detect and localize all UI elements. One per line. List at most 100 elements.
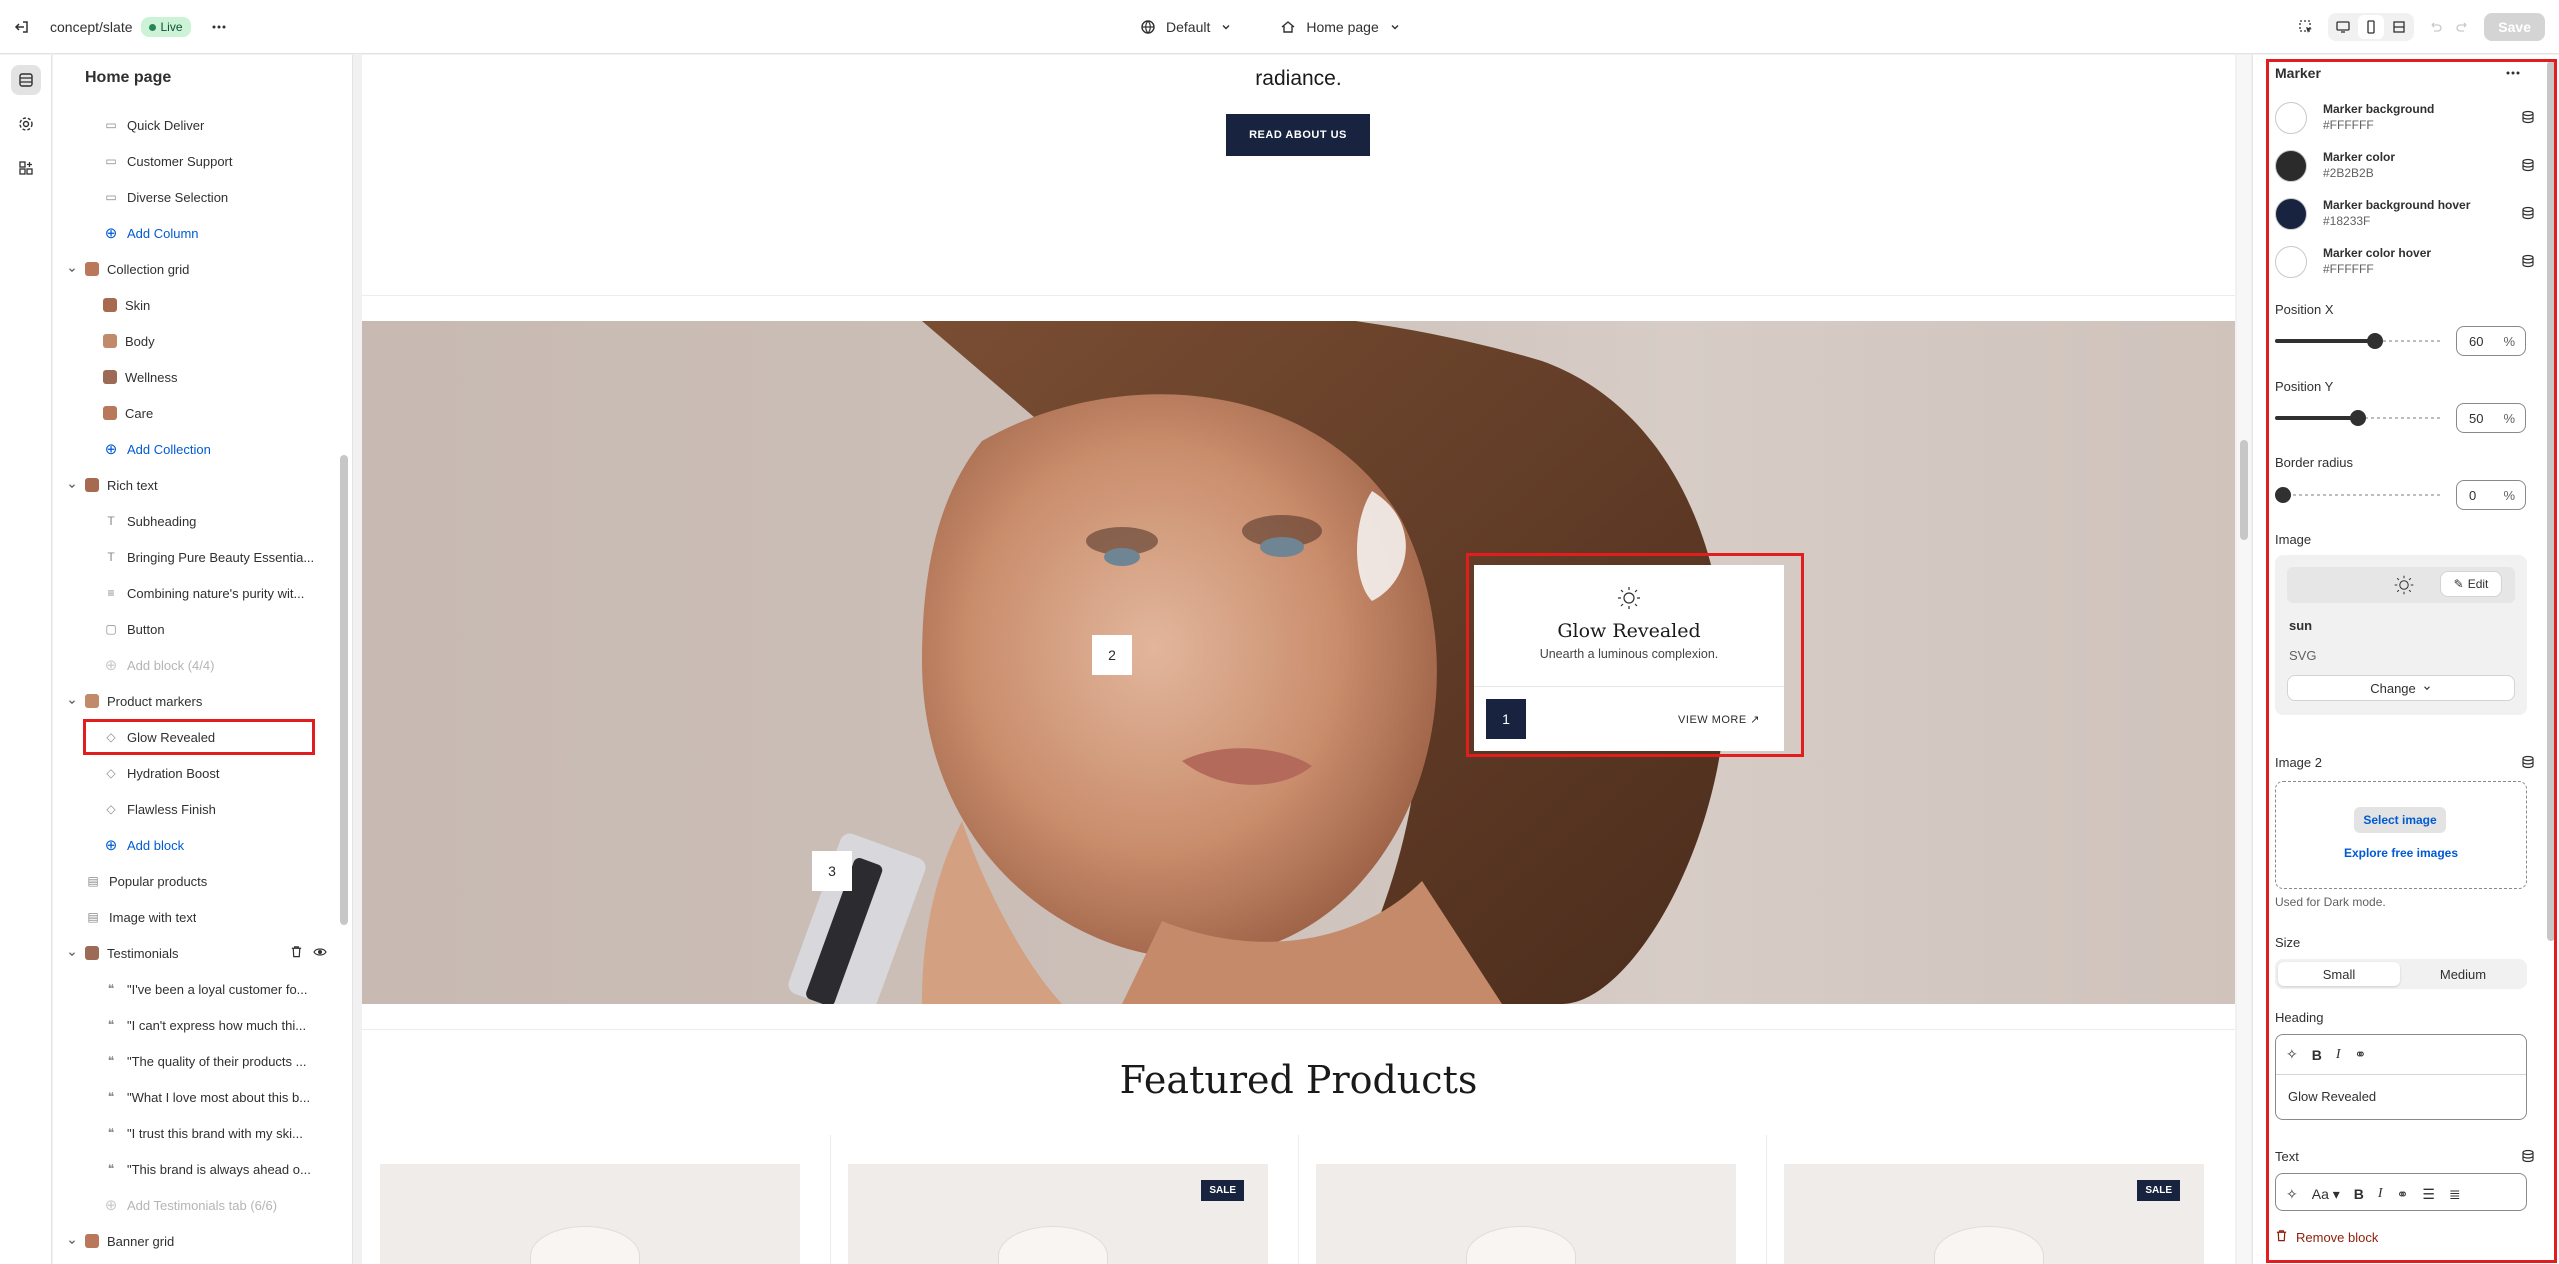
bold-icon[interactable]: B — [2312, 1047, 2322, 1063]
view-more-link[interactable]: VIEW MORE ↗ — [1678, 713, 1760, 726]
sidebar-item-add-block[interactable]: ⊕ Add block — [53, 827, 337, 863]
bullet-list-icon[interactable]: ☰ — [2422, 1186, 2435, 1203]
sidebar-scrollbar[interactable] — [337, 95, 349, 1264]
sidebar-item-the-quality-of-their-products[interactable]: ❝ "The quality of their products ... — [53, 1043, 337, 1079]
sidebar-item-subheading[interactable]: T Subheading — [53, 503, 337, 539]
sidebar-item-rich-text[interactable]: Rich text — [53, 467, 337, 503]
sidebar-item-add-column[interactable]: ⊕ Add Column — [53, 215, 337, 251]
sidebar-item-combining-nature-s-purity-wit[interactable]: ≡ Combining nature's purity wit... — [53, 575, 337, 611]
italic-icon[interactable]: I — [2336, 1047, 2341, 1063]
sidebar-item-banner-grid[interactable]: Banner grid — [53, 1223, 337, 1259]
sidebar-item-i-trust-this-brand-with-my-ski[interactable]: ❝ "I trust this brand with my ski... — [53, 1115, 337, 1151]
sidebar-item-this-brand-is-always-ahead-o[interactable]: ❝ "This brand is always ahead o... — [53, 1151, 337, 1187]
sidebar-item-skin[interactable]: Skin — [53, 287, 337, 323]
page-select[interactable]: Home page — [1280, 19, 1400, 35]
dynamic-source-icon[interactable] — [2521, 158, 2535, 177]
sidebar-item-glow-revealed[interactable]: ◇ Glow Revealed — [83, 719, 315, 755]
dynamic-source-icon[interactable] — [2521, 755, 2535, 769]
more-actions-icon[interactable] — [211, 19, 227, 35]
chevron-down-icon[interactable] — [67, 947, 77, 962]
theme-select[interactable]: Default — [1140, 19, 1232, 35]
chevron-down-icon[interactable] — [67, 695, 77, 710]
sidebar-item-add-collection[interactable]: ⊕ Add Collection — [53, 431, 337, 467]
sidebar-item-popular-products[interactable]: ▤ Popular products — [53, 863, 337, 899]
dynamic-source-icon[interactable] — [2521, 1149, 2535, 1163]
magic-icon[interactable]: ✧ — [2286, 1186, 2298, 1203]
size-small-option[interactable]: Small — [2278, 962, 2400, 986]
border-radius-slider[interactable] — [2275, 487, 2441, 503]
sidebar-item-body[interactable]: Body — [53, 323, 337, 359]
dynamic-source-icon[interactable] — [2521, 110, 2535, 129]
sidebar-item-product-markers[interactable]: Product markers — [53, 683, 337, 719]
position-x-slider[interactable] — [2275, 333, 2441, 349]
change-image-button[interactable]: Change — [2287, 675, 2515, 701]
sidebar-item-i-ve-been-a-loyal-customer-fo[interactable]: ❝ "I've been a loyal customer fo... — [53, 971, 337, 1007]
product-card[interactable] — [1316, 1164, 1736, 1264]
position-y-input[interactable]: 50% — [2456, 403, 2526, 433]
preview-scrollbar[interactable] — [2237, 55, 2251, 1264]
sidebar-item-collection-grid[interactable]: Collection grid — [53, 251, 337, 287]
marker-background-hover-swatch[interactable] — [2275, 198, 2307, 230]
desktop-view-icon[interactable] — [2330, 15, 2356, 39]
numbered-list-icon[interactable]: ≣ — [2449, 1186, 2461, 1203]
remove-block-button[interactable]: Remove block — [2275, 1229, 2378, 1245]
chevron-down-icon[interactable] — [67, 263, 77, 278]
sidebar-item-what-i-love-most-about-this-b[interactable]: ❝ "What I love most about this b... — [53, 1079, 337, 1115]
panel-scroll-thumb[interactable] — [2547, 61, 2555, 941]
bold-icon[interactable]: B — [2354, 1186, 2364, 1202]
apps-icon[interactable] — [11, 153, 41, 183]
link-icon[interactable]: ⚭ — [2397, 1186, 2409, 1203]
magic-icon[interactable]: ✧ — [2286, 1046, 2298, 1063]
more-options-icon[interactable] — [2505, 65, 2521, 81]
dynamic-source-icon[interactable] — [2521, 254, 2535, 273]
preview-scroll-thumb[interactable] — [2240, 440, 2248, 540]
edit-image-button[interactable]: ✎ Edit — [2440, 571, 2502, 597]
theme-settings-icon[interactable] — [11, 109, 41, 139]
product-card[interactable]: SALE — [848, 1164, 1268, 1264]
redo-icon[interactable] — [2456, 20, 2470, 34]
select-image-button[interactable]: Select image — [2354, 807, 2446, 833]
sidebar-item-customer-support[interactable]: ▭ Customer Support — [53, 143, 337, 179]
read-about-us-button[interactable]: READ ABOUT US — [1226, 114, 1370, 156]
heading-input[interactable]: Glow Revealed — [2276, 1075, 2526, 1119]
sidebar-item-bringing-pure-beauty-essentia[interactable]: T Bringing Pure Beauty Essentia... — [53, 539, 337, 575]
slider-knob[interactable] — [2366, 333, 2383, 349]
trash-icon[interactable] — [290, 945, 303, 962]
marker-3[interactable]: 3 — [812, 851, 852, 891]
explore-free-images-link[interactable]: Explore free images — [2276, 846, 2526, 860]
sidebar-item-button[interactable]: ▢ Button — [53, 611, 337, 647]
sidebar-item-hydration-boost[interactable]: ◇ Hydration Boost — [53, 755, 337, 791]
marker-color-hover-swatch[interactable] — [2275, 246, 2307, 278]
sidebar-item-flawless-finish[interactable]: ◇ Flawless Finish — [53, 791, 337, 827]
sidebar-item-quick-deliver[interactable]: ▭ Quick Deliver — [53, 107, 337, 143]
chevron-down-icon[interactable] — [67, 479, 77, 494]
exit-icon[interactable] — [14, 19, 30, 35]
eye-icon[interactable] — [313, 945, 327, 962]
border-radius-input[interactable]: 0% — [2456, 480, 2526, 510]
marker-1[interactable]: 1 — [1486, 699, 1526, 739]
font-size-icon[interactable]: Aa ▾ — [2312, 1186, 2340, 1203]
undo-icon[interactable] — [2428, 20, 2442, 34]
sidebar-item-i-can-t-express-how-much-thi[interactable]: ❝ "I can't express how much thi... — [53, 1007, 337, 1043]
marker-color-swatch[interactable] — [2275, 150, 2307, 182]
save-button[interactable]: Save — [2484, 13, 2545, 41]
sections-icon[interactable] — [10, 65, 41, 95]
sidebar-item-image-with-text[interactable]: ▤ Image with text — [53, 899, 337, 935]
position-y-slider[interactable] — [2275, 410, 2441, 426]
position-x-input[interactable]: 60% — [2456, 326, 2526, 356]
sidebar-item-diverse-selection[interactable]: ▭ Diverse Selection — [53, 179, 337, 215]
marker-2[interactable]: 2 — [1092, 635, 1132, 675]
product-card[interactable]: SALE — [1784, 1164, 2204, 1264]
italic-icon[interactable]: I — [2378, 1186, 2383, 1202]
chevron-down-icon[interactable] — [67, 1235, 77, 1250]
panel-scrollbar[interactable] — [2543, 55, 2557, 1264]
marker-background-swatch[interactable] — [2275, 102, 2307, 134]
fullwidth-view-icon[interactable] — [2386, 15, 2412, 39]
sidebar-scroll-thumb[interactable] — [340, 455, 348, 925]
sidebar-item-testimonials[interactable]: Testimonials — [53, 935, 337, 971]
sidebar-item-wellness[interactable]: Wellness — [53, 359, 337, 395]
slider-knob[interactable] — [2275, 487, 2291, 503]
dynamic-source-icon[interactable] — [2521, 206, 2535, 225]
inspector-icon[interactable] — [2298, 19, 2314, 35]
slider-knob[interactable] — [2350, 410, 2366, 426]
